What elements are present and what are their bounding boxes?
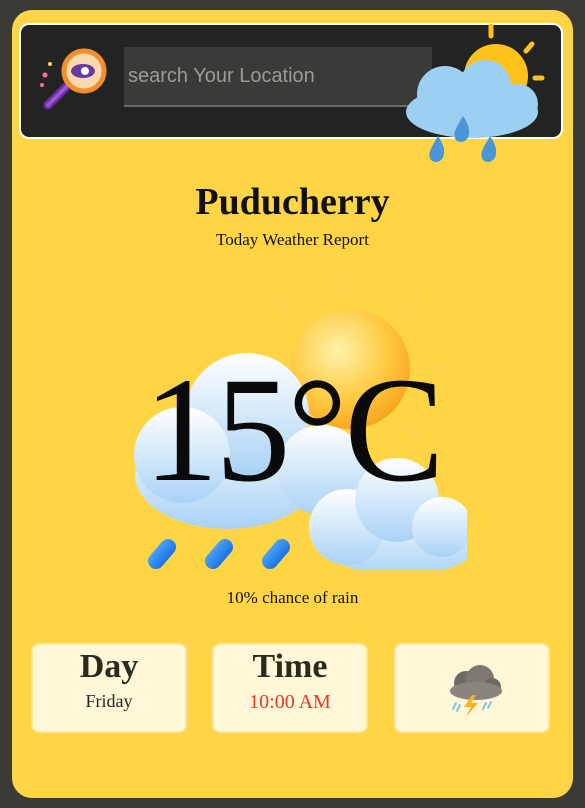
day-card: Day Friday — [31, 643, 187, 733]
rain-chance: 10% chance of rain — [226, 588, 359, 607]
time-value: 10:00 AM — [249, 691, 331, 713]
temperature: 15°C — [143, 347, 444, 513]
time-card: Time 10:00 AM — [212, 643, 368, 733]
thunderstorm-icon — [450, 665, 502, 717]
report-subtitle: Today Weather Report — [216, 230, 369, 249]
day-title: Day — [79, 648, 139, 685]
cloud-sun-rain-icon — [406, 24, 545, 162]
search-input[interactable] — [124, 47, 432, 107]
search-magnifier-icon[interactable] — [38, 47, 112, 117]
city-name: Puducherry — [195, 181, 390, 223]
time-title: Time — [252, 648, 328, 685]
day-value: Friday — [85, 691, 133, 711]
condition-card — [394, 643, 550, 733]
weather-card: Puducherry Today Weather Report — [12, 10, 573, 798]
